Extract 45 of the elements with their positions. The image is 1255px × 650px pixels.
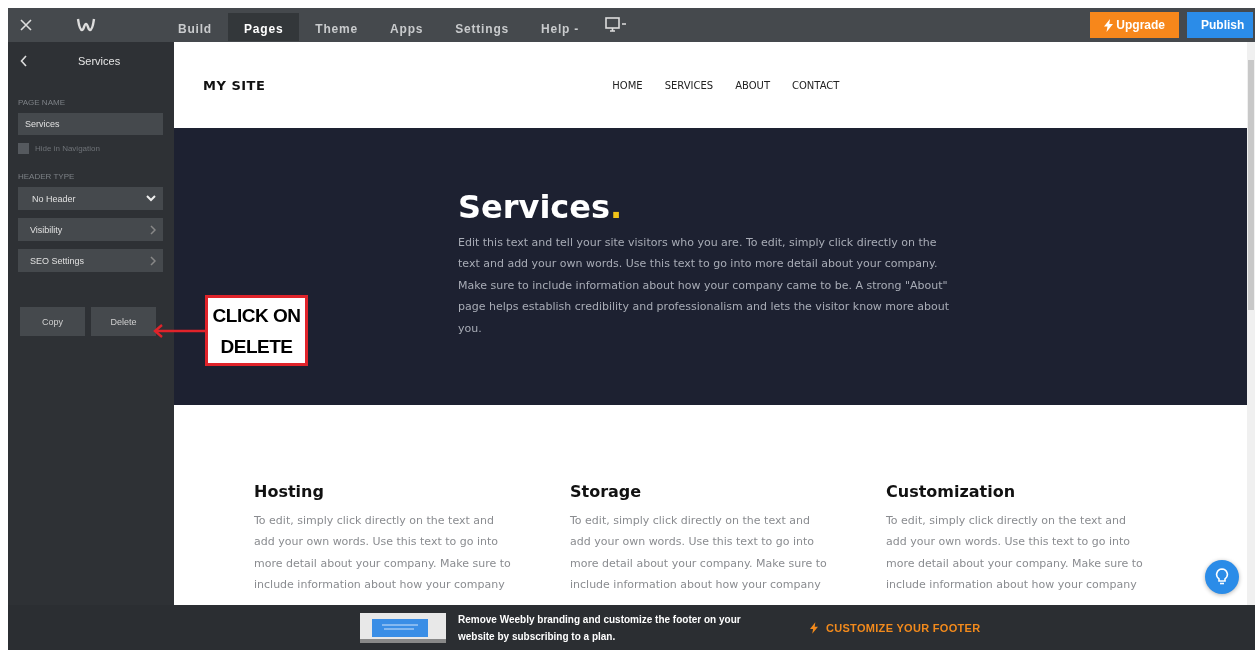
field-label: PAGE NAME — [18, 98, 66, 107]
page-action-button[interactable]: Delete — [91, 307, 156, 336]
chevron-right-icon — [150, 224, 156, 235]
chevron-right-icon — [150, 255, 156, 266]
lightning-icon — [810, 621, 818, 634]
site-logo[interactable]: MY SITE — [203, 77, 266, 93]
nav-link[interactable]: HOME — [612, 79, 643, 91]
nav-link[interactable]: CONTACT — [792, 79, 840, 91]
nav-tab[interactable]: Theme — [299, 13, 375, 41]
page-action-button[interactable]: Copy — [20, 307, 85, 336]
section-heading: Customization — [886, 482, 1017, 501]
nav-tab[interactable]: Help - — [525, 13, 596, 41]
section-heading: Hosting — [254, 482, 325, 501]
field-label: HEADER TYPE — [18, 172, 76, 181]
logo-icon[interactable] — [76, 17, 96, 33]
customize-footer-link[interactable]: CUSTOMIZE YOUR FOOTER — [810, 621, 981, 634]
section-paragraph: To edit, simply click directly on the text and add your own words. Use this text to go into more detail about your company. Make sure to include information about how your company — [254, 513, 512, 594]
chevron-down-icon — [146, 195, 156, 202]
section-paragraph: To edit, simply click directly on the text and add your own words. Use this text to go into more detail about your company. Make sure to include information about how your company — [886, 513, 1144, 594]
menu-item[interactable]: SEO Settings — [18, 249, 163, 272]
hero-heading: Services. — [458, 188, 624, 226]
lightbulb-icon — [1215, 568, 1229, 586]
hero-paragraph: Edit this text and tell your site visitors who you are. To edit, simply click directly on the text and add your own words. Use this text to go into more detail about your company. Make sure to include information about how your company came to be. A strong "About" page helps establish credibility and professionalism and lets the visitor know more about you. — [458, 235, 951, 337]
close-icon[interactable] — [20, 19, 32, 31]
nav-link[interactable]: SERVICES — [664, 79, 714, 91]
checkbox[interactable] — [18, 143, 29, 154]
section-paragraph: To edit, simply click directly on the text and add your own words. Use this text to go into more detail about your company. Make sure to include information about how your company — [570, 513, 828, 594]
page-name-field[interactable]: Services — [18, 113, 163, 135]
footer-promo-text: Remove Weebly branding and customize the footer on your website by subscribing to a plan. — [458, 612, 742, 644]
nav-link[interactable]: ABOUT — [735, 79, 770, 91]
section-heading: Storage — [570, 482, 643, 501]
footer-preview-icon — [360, 612, 446, 643]
nav-tab[interactable]: Apps — [374, 13, 440, 41]
header-type-dropdown[interactable]: No Header — [18, 187, 163, 210]
panel-title: Services — [78, 55, 121, 67]
lightning-icon — [1104, 18, 1114, 32]
scrollbar[interactable] — [1247, 42, 1255, 605]
nav-tab[interactable]: Build — [162, 13, 228, 41]
menu-item[interactable]: Visibility — [18, 218, 163, 241]
callout-label: CLICK ON DELETE — [205, 295, 308, 366]
arrow — [152, 324, 208, 338]
nav-tab[interactable]: Pages — [228, 13, 300, 41]
back-icon[interactable] — [20, 55, 28, 67]
monitor-icon[interactable] — [605, 17, 628, 33]
nav-tab[interactable]: Settings — [439, 13, 525, 41]
